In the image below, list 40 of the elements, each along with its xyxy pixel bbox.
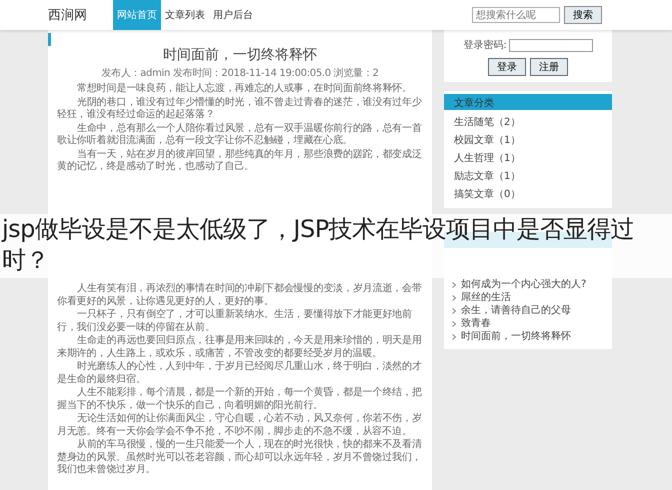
- article-title: 时间面前，一切终将释怀: [162, 46, 318, 64]
- article-paragraph: 一只杯子，只有倒空了，才可以重新装纳水。生活，要懂得放下才能更好地前行，我们没必要一味的停留在从前。: [57, 309, 413, 334]
- nav-tab[interactable]: 文章列表: [161, 0, 209, 30]
- article-paragraph: 从前的车马很慢，慢的一生只能爱一个人，现在的时光很快，快的都来不及看清楚身边的风景。虽然时光可以苍老容颜，而心却可以永远年轻，岁月不曾饶过我们，我们也未曾饶过岁月。: [57, 439, 423, 476]
- password-label: 登录密码:: [463, 38, 507, 52]
- search-button[interactable]: 搜索: [564, 6, 602, 24]
- password-field[interactable]: [508, 38, 593, 52]
- article-link[interactable]: 致青春: [461, 317, 491, 330]
- article-link[interactable]: 屌丝的生活: [461, 291, 511, 304]
- chevron-icon: [452, 294, 456, 300]
- article-link[interactable]: 时间面前，一切终将释怀: [461, 330, 571, 343]
- category-link[interactable]: 人生哲理（1）: [444, 150, 612, 168]
- search-field[interactable]: 想搜索什么呢: [472, 7, 560, 23]
- article-link[interactable]: 如何成为一个内心强大的人?: [461, 278, 586, 291]
- article-meta: 发布人：admin 发布时间：2018-11-14 19:00:05.0 浏览量：2: [100, 66, 380, 80]
- article-paragraph: 光阴的巷口，谁没有过年少懵懂的时光，谁不曾走过青春的迷茫，谁没有过年少轻狂，谁没有经过命运的起起落落？: [57, 96, 423, 122]
- chevron-icon: [452, 334, 456, 340]
- category-link[interactable]: 搞笑文章（0）: [444, 186, 612, 204]
- accent-bar: [48, 33, 51, 46]
- article-paragraph: 常想时间是一味良药，能让人忘渡，再难忘的人或事，在时间面前终将释怀。: [76, 83, 413, 96]
- chevron-icon: [452, 282, 456, 288]
- site-logo[interactable]: 西涧网: [48, 6, 113, 24]
- article-paragraph: 当有一天，站在岁月的彼岸回望，那些纯真的年月，那些浪费的蹉跎，都变成泛黄的记忆，终是感动了时光，也感动了自己。: [57, 148, 423, 174]
- article-paragraph: 时光磨练人的心性，人到中年，于岁月已经阅尽几重山水，终于明白，淡然的才是生命的最终归宿。: [57, 361, 423, 386]
- article-paragraph: 生命中，总有那么一个人陪你看过风景，总有一双手温暖你前行的路，总有一首歌让你听着就泪流满面，总有一段文字让你不忍触碰，埋藏在心底。: [57, 122, 423, 148]
- caption-banner: jsp做毕设是不是太低级了，JSP技术在毕设项目中是否显得过时？: [0, 214, 672, 278]
- chevron-icon: [452, 320, 456, 326]
- login-panel-button[interactable]: 登录: [488, 58, 526, 76]
- article-paragraph: 人生有笑有泪，再浓烈的事情在时间的冲刷下都会慢慢的变淡，岁月流逝，会带你看更好的风景，让你遇见更好的人，更好的事。: [57, 283, 423, 308]
- category-link[interactable]: 生活随笔（2）: [444, 114, 612, 132]
- nav-tab[interactable]: 用户后台: [209, 0, 257, 30]
- category-link[interactable]: 励志文章（1）: [444, 168, 612, 186]
- article-paragraph: 生命走的再远也要回归原点，往事是用来回味的，今天是用来珍惜的，明天是用来期许的，人生路上，或欢乐，或痛苦，不管改变的都要经受岁月的温暖。: [57, 335, 423, 360]
- category-link[interactable]: 校园文章（1）: [444, 132, 612, 150]
- panel-header: 文章分类: [444, 94, 612, 110]
- chevron-icon: [452, 308, 456, 314]
- login-panel-button[interactable]: 注册: [530, 58, 568, 76]
- article-link[interactable]: 余生，请善待自己的父母: [461, 304, 571, 317]
- article-paragraph: 人生不能彩排，每个清晨，都是一个新的开始，每一个黄昏，都是一个终结，把握当下的不快乐，做一个快乐的自己，向着明媚的阳光前行。: [57, 387, 423, 412]
- article-paragraph: 无论生活如何的让你满面风尘，守心自暖，心若不动，风又奈何，你若不伤，岁月无恙。终有一天你会学会不争不抢，不吵不闹，脚步走的不急不缓，从容不迫。: [57, 413, 423, 438]
